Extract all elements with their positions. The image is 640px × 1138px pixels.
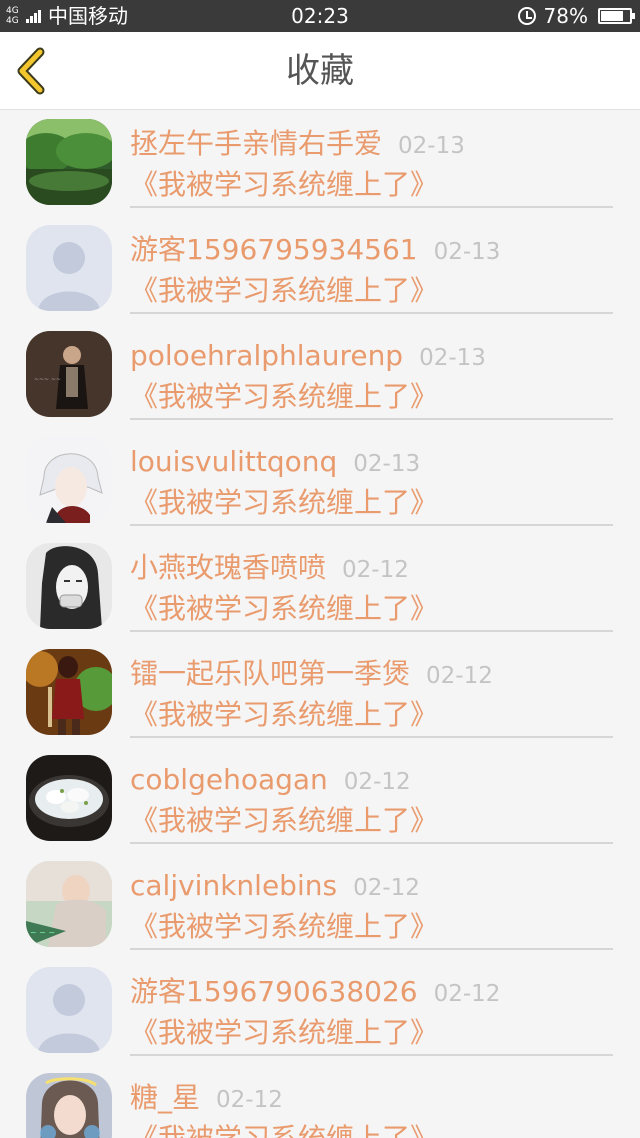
avatar-image	[26, 437, 112, 523]
avatar-image	[26, 649, 112, 735]
avatar-image: ~ ~ ~	[26, 861, 112, 947]
nav-bar: 收藏	[0, 32, 640, 110]
item-date: 02-12	[342, 557, 409, 583]
item-date: 02-12	[433, 981, 501, 1007]
user-name[interactable]: coblgehoagan	[130, 763, 328, 796]
book-title[interactable]: 《我被学习系统缠上了》	[130, 483, 438, 523]
book-title[interactable]: 《我被学习系统缠上了》	[130, 589, 438, 629]
book-title[interactable]: 《我被学习系统缠上了》	[130, 165, 438, 205]
avatar[interactable]	[26, 967, 112, 1053]
favorite-item[interactable]: ~ ~ ~ caljvinknlebins 02-12 《我被学习系统缠上了》	[0, 852, 640, 958]
svg-text:~ ~ ~: ~ ~ ~	[30, 928, 55, 937]
back-button[interactable]	[10, 46, 60, 96]
favorite-item[interactable]: 游客1596790638026 02-12 《我被学习系统缠上了》	[0, 958, 640, 1064]
item-date: 02-12	[216, 1087, 283, 1113]
avatar[interactable]	[26, 1073, 112, 1138]
battery-icon	[598, 8, 635, 24]
avatar[interactable]	[26, 119, 112, 205]
user-name[interactable]: louisvulittqonq	[130, 445, 337, 478]
book-title[interactable]: 《我被学习系统缠上了》	[130, 1119, 438, 1138]
avatar-image	[26, 225, 112, 311]
item-header: louisvulittqonq 02-13	[130, 442, 420, 482]
item-header: poloehralphlaurenp 02-13	[130, 336, 486, 376]
favorite-item[interactable]: 拯左午手亲情右手爱 02-13 《我被学习系统缠上了》	[0, 110, 640, 216]
item-date: 02-12	[343, 769, 411, 795]
avatar[interactable]	[26, 225, 112, 311]
user-name[interactable]: 拯左午手亲情右手爱	[130, 127, 382, 160]
avatar[interactable]: ~ ~ ~	[26, 861, 112, 947]
item-date: 02-13	[419, 345, 486, 371]
avatar-image	[26, 755, 112, 841]
avatar[interactable]	[26, 543, 112, 629]
avatar-image: ~~~ ~~	[26, 331, 112, 417]
user-name[interactable]: 镭一起乐队吧第一季煲	[130, 657, 410, 690]
item-header: caljvinknlebins 02-12	[130, 866, 420, 906]
item-date: 02-13	[433, 239, 501, 265]
item-header: 游客1596790638026 02-12	[130, 972, 500, 1012]
item-body: 糖_星 02-12 《我被学习系统缠上了》	[130, 1064, 613, 1138]
avatar[interactable]	[26, 437, 112, 523]
item-date: 02-12	[353, 875, 420, 901]
alarm-icon	[517, 7, 536, 25]
item-header: 小燕玫瑰香喷喷 02-12	[130, 548, 409, 588]
item-date: 02-12	[426, 663, 493, 689]
item-header: 拯左午手亲情右手爱 02-13	[130, 124, 465, 164]
item-body: poloehralphlaurenp 02-13 《我被学习系统缠上了》	[130, 322, 613, 420]
user-name[interactable]: caljvinknlebins	[130, 869, 337, 902]
item-body: 游客1596790638026 02-12 《我被学习系统缠上了》	[130, 958, 613, 1056]
user-name[interactable]: 糖_星	[130, 1081, 200, 1114]
book-title[interactable]: 《我被学习系统缠上了》	[130, 801, 438, 841]
item-body: 镭一起乐队吧第一季煲 02-12 《我被学习系统缠上了》	[130, 640, 613, 738]
avatar-image	[26, 119, 112, 205]
page-title: 收藏	[286, 51, 354, 91]
item-header: 镭一起乐队吧第一季煲 02-12	[130, 654, 493, 694]
favorite-item[interactable]: 小燕玫瑰香喷喷 02-12 《我被学习系统缠上了》	[0, 534, 640, 640]
item-body: 小燕玫瑰香喷喷 02-12 《我被学习系统缠上了》	[130, 534, 613, 632]
book-title[interactable]: 《我被学习系统缠上了》	[130, 377, 438, 417]
item-body: 拯左午手亲情右手爱 02-13 《我被学习系统缠上了》	[130, 110, 613, 208]
battery-percent: 78%	[543, 4, 588, 28]
avatar[interactable]: ~~~ ~~	[26, 331, 112, 417]
avatar-image	[26, 1073, 112, 1138]
favorite-item[interactable]: coblgehoagan 02-12 《我被学习系统缠上了》	[0, 746, 640, 852]
item-header: 游客1596795934561 02-13	[130, 230, 500, 270]
avatar[interactable]	[26, 649, 112, 735]
favorite-item[interactable]: ~~~ ~~ poloehralphlaurenp 02-13 《我被学习系统缠上了》	[0, 322, 640, 428]
favorite-item[interactable]: louisvulittqonq 02-13 《我被学习系统缠上了》	[0, 428, 640, 534]
book-title[interactable]: 《我被学习系统缠上了》	[130, 695, 438, 735]
item-body: coblgehoagan 02-12 《我被学习系统缠上了》	[130, 746, 613, 844]
item-body: caljvinknlebins 02-12 《我被学习系统缠上了》	[130, 852, 613, 950]
book-title[interactable]: 《我被学习系统缠上了》	[130, 1013, 438, 1053]
item-header: coblgehoagan 02-12	[130, 760, 411, 800]
item-date: 02-13	[398, 133, 465, 159]
item-date: 02-13	[353, 451, 421, 477]
item-header: 糖_星 02-12	[130, 1078, 283, 1118]
chevron-left-icon	[17, 47, 45, 95]
user-name[interactable]: 游客1596795934561	[130, 233, 418, 266]
status-bar: 4G 4G 中国移动 02:23 78%	[0, 0, 640, 32]
avatar-image	[26, 543, 112, 629]
avatar[interactable]	[26, 755, 112, 841]
svg-text:~~~ ~~: ~~~ ~~	[34, 376, 61, 383]
status-right: 78%	[517, 0, 635, 32]
book-title[interactable]: 《我被学习系统缠上了》	[130, 271, 438, 311]
user-name[interactable]: 小燕玫瑰香喷喷	[130, 551, 326, 584]
user-name[interactable]: poloehralphlaurenp	[130, 339, 403, 372]
favorite-item[interactable]: 镭一起乐队吧第一季煲 02-12 《我被学习系统缠上了》	[0, 640, 640, 746]
favorites-list[interactable]: 拯左午手亲情右手爱 02-13 《我被学习系统缠上了》 游客1596795934561…	[0, 110, 640, 1138]
favorite-item[interactable]: 糖_星 02-12 《我被学习系统缠上了》	[0, 1064, 640, 1138]
user-name[interactable]: 游客1596790638026	[130, 975, 418, 1008]
item-body: 游客1596795934561 02-13 《我被学习系统缠上了》	[130, 216, 613, 314]
avatar-image	[26, 967, 112, 1053]
book-title[interactable]: 《我被学习系统缠上了》	[130, 907, 438, 947]
favorite-item[interactable]: 游客1596795934561 02-13 《我被学习系统缠上了》	[0, 216, 640, 322]
item-body: louisvulittqonq 02-13 《我被学习系统缠上了》	[130, 428, 613, 526]
